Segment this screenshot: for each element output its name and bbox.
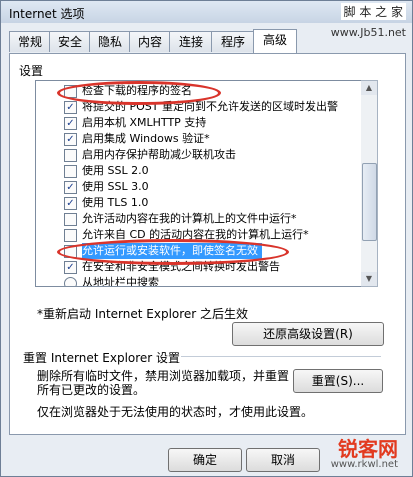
brand-url: www.rkwl.net bbox=[330, 459, 398, 470]
checkbox[interactable] bbox=[64, 213, 77, 226]
divider bbox=[181, 356, 381, 357]
list-item[interactable]: 允许活动内容在我的计算机上的文件中运行* bbox=[36, 211, 363, 227]
checkbox[interactable] bbox=[64, 149, 77, 162]
list-item-label: 在安全和非安全模式之间转换时发出警告 bbox=[82, 260, 280, 273]
list-item-label: 启用集成 Windows 验证* bbox=[82, 132, 210, 145]
restart-note: *重新启动 Internet Explorer 之后生效 bbox=[37, 307, 249, 321]
tab-general[interactable]: 常规 bbox=[9, 31, 51, 52]
list-item-label: 允许来自 CD 的活动内容在我的计算机上运行* bbox=[82, 228, 309, 241]
reset-description-line-2: 所有已更改的设置。 bbox=[37, 383, 146, 397]
ok-button[interactable]: 确定 bbox=[168, 448, 242, 472]
tab-advanced[interactable]: 高级 bbox=[253, 29, 297, 53]
list-item-label: 允许活动内容在我的计算机上的文件中运行* bbox=[82, 212, 297, 225]
brand-watermark: 锐客网 bbox=[338, 437, 398, 461]
title-bar: Internet 选项 脚 本 之 家 bbox=[1, 1, 412, 23]
reset-button[interactable]: 重置(S)... bbox=[293, 369, 383, 393]
list-item[interactable]: ✓ 使用 TLS 1.0 bbox=[36, 195, 363, 211]
list-item-label: 使用 TLS 1.0 bbox=[82, 196, 149, 209]
list-item-label: 检查下载的程序的签名 bbox=[82, 84, 192, 97]
checkbox[interactable] bbox=[64, 85, 77, 98]
tab-privacy[interactable]: 隐私 bbox=[89, 31, 131, 52]
list-item-label: 启用内存保护帮助减少联机攻击 bbox=[82, 148, 236, 161]
checkbox[interactable] bbox=[64, 229, 77, 242]
scroll-up-arrow-icon[interactable]: ▲ bbox=[361, 81, 377, 95]
list-item[interactable]: 使用 SSL 2.0 bbox=[36, 163, 363, 179]
reset-section-label: 重置 Internet Explorer 设置 bbox=[23, 351, 181, 365]
scroll-thumb[interactable] bbox=[362, 163, 377, 241]
list-item[interactable]: ✓ 使用 SSL 3.0 bbox=[36, 179, 363, 195]
list-item[interactable]: 检查下载的程序的签名 bbox=[36, 83, 363, 99]
tab-content[interactable]: 内容 bbox=[129, 31, 171, 52]
tab-connections[interactable]: 连接 bbox=[169, 31, 213, 52]
cancel-button[interactable]: 取消 bbox=[246, 448, 320, 472]
internet-options-window: Internet 选项 脚 本 之 家 www.Jb51.net 常规 安全 隐… bbox=[0, 0, 413, 477]
list-item-label: 从地址栏中搜索 bbox=[82, 276, 159, 287]
settings-scrollbar[interactable]: ▲ ▼ bbox=[361, 80, 378, 287]
list-item-label: 将提交的 POST 重定向到不允许发送的区域时发出警 bbox=[82, 100, 338, 113]
list-item[interactable]: ✓ 在安全和非安全模式之间转换时发出警告 bbox=[36, 259, 363, 275]
settings-label: 设置 bbox=[19, 64, 44, 78]
watermark-top: 脚 本 之 家 bbox=[340, 3, 406, 20]
list-item-label: 使用 SSL 3.0 bbox=[82, 180, 149, 193]
reset-hint: 仅在浏览器处于无法使用的状态时，才使用此设置。 bbox=[37, 405, 314, 419]
tab-programs[interactable]: 程序 bbox=[211, 31, 255, 52]
list-item[interactable]: ✓ 启用本机 XMLHTTP 支持 bbox=[36, 115, 363, 131]
list-item[interactable]: 启用内存保护帮助减少联机攻击 bbox=[36, 147, 363, 163]
list-item[interactable]: 从地址栏中搜索 bbox=[36, 275, 363, 287]
checkbox[interactable]: ✓ bbox=[64, 101, 77, 114]
checkbox[interactable]: ✓ bbox=[64, 197, 77, 210]
window-title: Internet 选项 bbox=[9, 7, 85, 21]
checkbox[interactable]: ✓ bbox=[64, 261, 77, 274]
list-item-selected[interactable]: 允许运行或安装软件，即使签名无效 bbox=[36, 243, 363, 259]
restore-advanced-settings-button[interactable]: 还原高级设置(R) bbox=[232, 322, 384, 346]
scroll-down-arrow-icon[interactable]: ▼ bbox=[361, 272, 377, 286]
list-item-label: 启用本机 XMLHTTP 支持 bbox=[82, 116, 207, 129]
list-item[interactable]: ✓ 将提交的 POST 重定向到不允许发送的区域时发出警 bbox=[36, 99, 363, 115]
checkbox[interactable] bbox=[64, 165, 77, 178]
checkbox[interactable]: ✓ bbox=[64, 133, 77, 146]
watermark-site: www.Jb51.net bbox=[330, 26, 406, 39]
settings-list[interactable]: 检查下载的程序的签名 ✓ 将提交的 POST 重定向到不允许发送的区域时发出警 ✓… bbox=[35, 80, 364, 287]
checkbox[interactable]: ✓ bbox=[64, 181, 77, 194]
list-item-label: 使用 SSL 2.0 bbox=[82, 164, 149, 177]
list-item-label: 允许运行或安装软件，即使签名无效 bbox=[82, 243, 262, 259]
radio-button[interactable] bbox=[64, 277, 77, 286]
checkbox[interactable] bbox=[64, 245, 77, 258]
list-item[interactable]: ✓ 启用集成 Windows 验证* bbox=[36, 131, 363, 147]
checkbox[interactable]: ✓ bbox=[64, 117, 77, 130]
list-item[interactable]: 允许来自 CD 的活动内容在我的计算机上运行* bbox=[36, 227, 363, 243]
tab-security[interactable]: 安全 bbox=[49, 31, 91, 52]
